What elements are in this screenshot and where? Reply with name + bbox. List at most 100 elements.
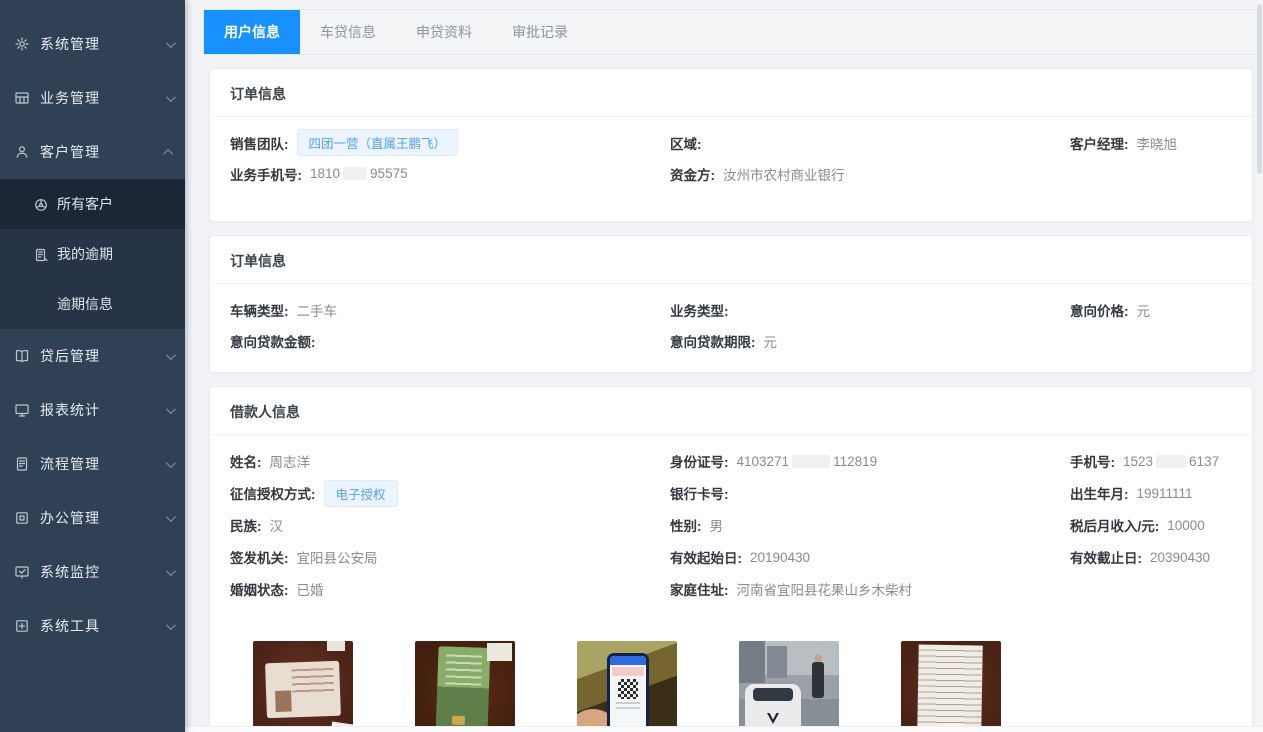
car-windshield [753,688,793,701]
field-home-address: 家庭住址: 河南省宜阳县花果山乡木柴村 [670,579,1070,599]
vertical-scrollbar-track[interactable] [1256,0,1263,732]
chevron-down-icon [166,458,176,468]
order-info-card-1: 订单信息 销售团队: 四团一营（直属王鹏飞） 区域: 客户经理: 李晓旭 [209,68,1253,222]
person-head [814,654,822,662]
field-credit-auth-method: 征信授权方式: 电子授权 [230,480,670,507]
horizontal-scrollbar-track[interactable] [185,726,1263,732]
white-car-art [745,684,801,726]
field-name: 姓名: 周志洋 [230,451,670,471]
green-booklet-art [435,646,490,726]
table-icon [14,90,30,106]
field-intended-price: 意向价格: 元 [1070,300,1232,320]
person-car-thumbnail [739,641,839,726]
photo-thumbnails: 人像面 驾驶证正副页 [210,611,1252,726]
screen-row [612,667,644,676]
redacted-blur [792,455,830,468]
drivers-license-thumbnail [415,641,515,726]
phone-art [607,653,649,726]
field-id-number: 身份证号: 4103271 112819 [670,451,1070,471]
electronic-auth-tag[interactable]: 电子授权 [324,480,398,507]
sidebar-subitem-label: 逾期信息 [57,294,113,314]
field-monthly-income: 税后月收入/元: 10000 [1070,515,1232,535]
sidebar-subitem-overdue-info[interactable]: 逾期信息 [0,279,185,329]
redacted-blur [1156,455,1186,468]
tab-user-info[interactable]: 用户信息 [204,10,300,54]
borrower-info-card: 借款人信息 姓名: 周志洋 身份证号: 4103271 112819 手机号: [209,386,1253,726]
sidebar-item-report-stats[interactable]: 报表统计 [0,383,185,437]
chevron-down-icon [166,620,176,630]
sidebar-subitem-my-overdue[interactable]: 我的逾期 [0,229,185,279]
paper-document-art [917,644,983,726]
sidebar-item-office-mgmt[interactable]: 办公管理 [0,491,185,545]
app-header-bar [610,656,646,665]
tab-car-loan-info[interactable]: 车贷信息 [300,10,396,54]
sidebar-item-label: 办公管理 [40,508,166,528]
sidebar-item-customer-mgmt[interactable]: 客户管理 [0,125,185,179]
field-marital-status: 婚姻状态: 已婚 [230,579,670,599]
sidebar-item-process-mgmt[interactable]: 流程管理 [0,437,185,491]
building-art [739,641,765,683]
sales-team-tag[interactable]: 四团一营（直属王鹏飞） [297,129,459,156]
field-business-type: 业务类型: [670,300,1070,320]
field-gender: 性别: 男 [670,515,1070,535]
card-title: 订单信息 [210,236,1252,284]
chevron-down-icon [166,350,176,360]
sidebar-item-label: 系统监控 [40,562,166,582]
sidebar-item-business-mgmt[interactable]: 业务管理 [0,71,185,125]
field-region: 区域: [670,133,1070,153]
photo-drivers-license[interactable]: 驾驶证正副页 [415,641,515,726]
monitor-check-icon [14,564,30,580]
photo-id-card[interactable]: 人像面 [253,641,353,726]
wheel-icon [33,197,48,212]
field-intended-loan-term: 意向贷款期限: 元 [670,331,1070,351]
sidebar-item-postloan-mgmt[interactable]: 贷后管理 [0,329,185,383]
sidebar-item-label: 业务管理 [40,88,166,108]
paper-slip [327,641,345,651]
app-root: 系统管理 业务管理 客户管理 所有客户 我的逾期 逾期信息 [0,0,1263,732]
field-valid-until: 有效截止日: 20390430 [1070,547,1232,567]
building-art [767,646,787,678]
field-intended-loan-amount: 意向贷款金额: [230,331,670,351]
chevron-down-icon [166,404,176,414]
sidebar-item-label: 系统工具 [40,616,166,636]
field-ethnicity: 民族: 汉 [230,515,670,535]
photo-credit-auth-qr[interactable]: 征信授权 [577,641,677,726]
id-card-portrait [275,690,292,712]
field-issuing-authority: 签发机关: 宜阳县公安局 [230,547,670,567]
field-birth-date: 出生年月: 19911111 [1070,483,1232,503]
sidebar-item-system-tools[interactable]: 系统工具 [0,599,185,653]
redacted-blur [343,167,367,180]
card-title: 订单信息 [210,69,1252,117]
field-vehicle-type: 车辆类型: 二手车 [230,300,670,320]
order-info-card-2: 订单信息 车辆类型: 二手车 业务类型: 意向价格: 元 [209,235,1253,373]
document-icon [14,456,30,472]
document-thumbnail [901,641,1001,726]
sidebar-item-label: 系统管理 [40,34,166,54]
chevron-down-icon [166,38,176,48]
sidebar-item-system-mgmt[interactable]: 系统管理 [0,17,185,71]
sidebar: 系统管理 业务管理 客户管理 所有客户 我的逾期 逾期信息 [0,0,185,732]
sidebar-item-label: 报表统计 [40,400,166,420]
screen-line [616,707,640,709]
tab-approval-records[interactable]: 审批记录 [492,10,588,54]
chevron-down-icon [166,92,176,102]
car-grille [767,713,779,724]
book-icon [14,348,30,364]
sidebar-subitem-all-customers[interactable]: 所有客户 [0,179,185,229]
person-body [812,662,824,698]
sidebar-item-label: 客户管理 [40,142,166,162]
id-card-thumbnail [253,641,353,726]
field-mobile-number: 手机号: 1523 6137 [1070,451,1232,471]
photo-document[interactable]: 结婚证明 [901,641,1001,726]
vertical-scrollbar-thumb[interactable] [1257,4,1262,174]
customer-mgmt-submenu: 所有客户 我的逾期 逾期信息 [0,179,185,329]
tab-loan-application-docs[interactable]: 申贷资料 [396,10,492,54]
main-content: 用户信息 车贷信息 申贷资料 审批记录 订单信息 销售团队: 四团一营（直属王鹏… [185,0,1263,732]
field-bank-card-number: 银行卡号: [670,483,1070,503]
card-title: 借款人信息 [210,387,1252,435]
sidebar-item-system-monitor[interactable]: 系统监控 [0,545,185,599]
photo-person-with-car[interactable]: 人车合影 [739,641,839,726]
screen-line [616,702,640,704]
notebook-icon [33,247,48,262]
sidebar-subitem-label: 我的逾期 [57,244,113,264]
